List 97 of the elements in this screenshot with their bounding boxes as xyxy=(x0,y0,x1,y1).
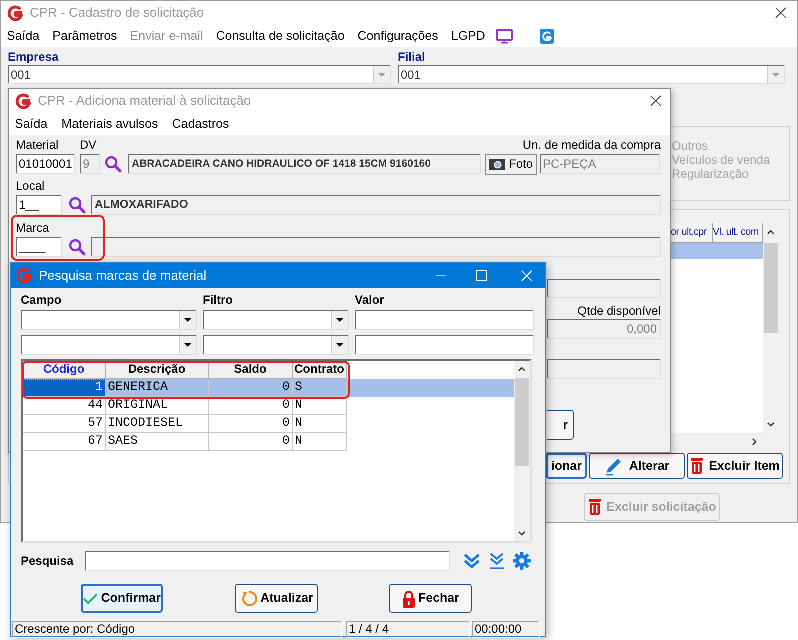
scroll-thumb[interactable] xyxy=(515,378,529,466)
check-icon xyxy=(83,592,98,606)
search-icon[interactable] xyxy=(68,238,86,256)
logo-icon xyxy=(16,267,33,284)
input-field[interactable]: 1__ xyxy=(16,195,62,215)
menu-item[interactable]: Parâmetros xyxy=(52,26,118,46)
lock-icon xyxy=(402,590,416,608)
search-field[interactable] xyxy=(85,551,450,571)
column-header[interactable]: Vl. ult. com xyxy=(713,223,763,242)
field-label: Valor xyxy=(355,293,384,307)
dropdown[interactable] xyxy=(21,310,197,330)
close-icon[interactable] xyxy=(775,7,787,19)
action-button[interactable]: Alterar xyxy=(589,453,685,479)
dropdown[interactable]: 001 xyxy=(398,65,785,84)
description-field[interactable]: ABRACADEIRA CANO HIDRAULICO OF 1418 15CM 9160160 xyxy=(128,154,481,174)
status-text: 1 / 4 / 4 xyxy=(346,621,470,638)
option-label: Veículos de venda xyxy=(672,153,772,167)
table-cell: 1 xyxy=(23,379,106,397)
camera-icon xyxy=(488,158,506,170)
app-logo-icon[interactable] xyxy=(540,28,554,44)
caret-icon xyxy=(184,318,192,322)
search-icon[interactable] xyxy=(104,155,122,173)
table-cell: N xyxy=(293,433,347,451)
down-to-line-icon[interactable] xyxy=(488,552,506,570)
close-icon[interactable] xyxy=(650,95,662,107)
table-cell: 67 xyxy=(23,433,106,451)
field-label: Material xyxy=(16,138,59,152)
action-button[interactable]: Confirmar xyxy=(81,584,163,613)
caret-icon xyxy=(184,343,192,347)
trash-icon xyxy=(588,498,602,516)
menu-item[interactable]: LGPD xyxy=(451,26,486,46)
scroll-down-icon[interactable] xyxy=(518,531,526,536)
action-button[interactable]: Fechar xyxy=(389,584,472,613)
input-field[interactable] xyxy=(355,335,534,355)
input-field[interactable] xyxy=(547,279,661,298)
caret-icon xyxy=(336,343,344,347)
photo-button[interactable]: Foto xyxy=(485,154,537,174)
caret-icon xyxy=(378,72,386,76)
option-label: Outros xyxy=(672,139,710,153)
option-label: Regularização xyxy=(672,167,750,181)
menu-item[interactable]: Consulta de solicitação xyxy=(216,26,345,46)
caret-icon xyxy=(336,318,344,322)
dropdown[interactable] xyxy=(21,335,197,355)
caret-icon xyxy=(772,72,780,76)
input-field[interactable]: 01010001 xyxy=(16,154,75,174)
menu-item[interactable]: Cadastros xyxy=(172,114,230,134)
field-label: Empresa xyxy=(8,50,60,65)
menu-item[interactable]: Materiais avulsos xyxy=(62,114,158,134)
status-text: Crescente por: Código xyxy=(12,621,342,638)
field-label: Un. de medida da compra xyxy=(522,138,661,152)
field-label: Qtde disponível xyxy=(578,304,661,319)
field-label: DV xyxy=(80,138,97,152)
column-header[interactable]: or ult.cpr xyxy=(671,223,713,242)
dropdown[interactable] xyxy=(203,335,349,355)
scroll-up-icon[interactable] xyxy=(518,367,526,372)
input-field[interactable]: ____ xyxy=(16,237,62,257)
input-field[interactable] xyxy=(547,359,661,379)
menu-item[interactable]: Saída xyxy=(7,26,40,46)
field-label: Marca xyxy=(16,221,50,235)
table-cell: SAES xyxy=(106,433,209,451)
action-button[interactable]: Atualizar xyxy=(235,584,318,613)
search-icon[interactable] xyxy=(68,196,86,214)
logo-icon xyxy=(15,92,32,110)
menu-item[interactable]: Saída xyxy=(15,114,48,134)
field-label: Local xyxy=(16,179,45,193)
window-title: CPR - Adiciona material à solicitação xyxy=(38,92,252,110)
dropdown[interactable] xyxy=(203,310,349,330)
window-title: CPR - Cadastro de solicitação xyxy=(30,4,204,22)
menu-item[interactable]: Configurações xyxy=(358,26,438,46)
trash-icon xyxy=(690,457,704,475)
window-title: Pesquisa marcas de material xyxy=(39,266,207,285)
logo-icon xyxy=(7,4,24,22)
maximize-icon[interactable] xyxy=(476,270,487,281)
chevron-down-icon[interactable] xyxy=(463,553,481,569)
table-row[interactable]: 1 GENERICA 0 S xyxy=(23,379,514,397)
field-label: Filial xyxy=(398,50,426,65)
monitor-icon[interactable] xyxy=(496,28,514,44)
input-field[interactable] xyxy=(355,310,534,330)
action-button[interactable]: r xyxy=(547,410,574,440)
scroll-down-icon[interactable] xyxy=(767,422,775,427)
field-label: Filtro xyxy=(203,293,233,307)
field-label: Pesquisa xyxy=(21,554,74,568)
table-cell: 0 xyxy=(209,433,293,451)
scrollbar[interactable] xyxy=(514,361,530,541)
dropdown[interactable]: 001 xyxy=(8,65,391,84)
field-label: Campo xyxy=(21,293,62,307)
scroll-right-icon[interactable] xyxy=(752,438,757,446)
settings-icon[interactable] xyxy=(513,552,531,570)
status-text: 00:00:00 xyxy=(472,621,540,638)
action-button[interactable]: ionar xyxy=(546,453,587,479)
description-field[interactable]: ALMOXARIFADO xyxy=(91,195,661,215)
minimize-icon[interactable] xyxy=(436,274,446,276)
action-button[interactable]: Excluir Item xyxy=(687,453,783,479)
scroll-thumb[interactable] xyxy=(764,243,778,333)
scroll-up-icon[interactable] xyxy=(767,230,775,235)
description-field[interactable] xyxy=(91,237,661,257)
refresh-icon xyxy=(240,590,258,608)
